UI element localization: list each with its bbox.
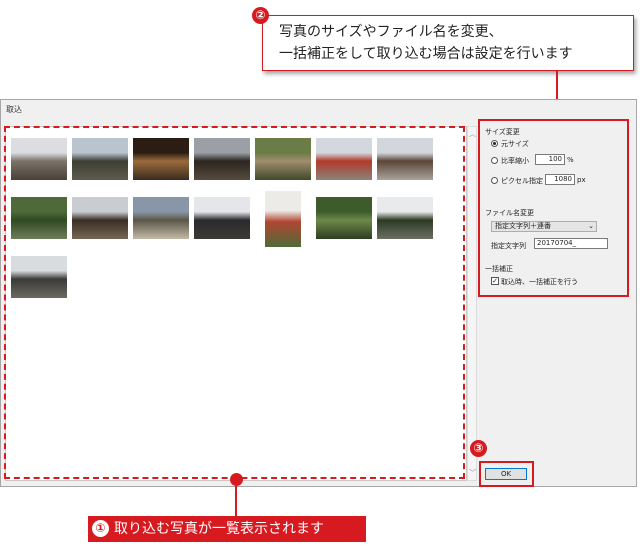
highlight-settings [478,119,629,297]
scroll-down-icon[interactable]: ﹀ [469,468,476,478]
callout-settings-line2: 一括補正をして取り込む場合は設定を行います [279,46,573,62]
gallery-scrollbar[interactable]: ︿ ﹀ [467,126,477,481]
highlight-gallery [4,126,465,479]
callout-connector-bottom [235,486,237,516]
callout-gallery: ① 取り込む写真が一覧表示されます [88,516,366,542]
window-title: 取込 [6,105,22,114]
callout-number-3: ③ [470,440,487,457]
callout-dot-bottom [230,473,243,486]
callout-number-2: ② [252,7,269,24]
callout-settings-line1: 写真のサイズやファイル名を変更、 [279,24,503,40]
callout-number-1: ① [92,520,109,537]
callout-settings: 写真のサイズやファイル名を変更、 一括補正をして取り込む場合は設定を行います [262,15,634,71]
scroll-up-icon[interactable]: ︿ [469,129,476,139]
callout-gallery-text: 取り込む写真が一覧表示されます [114,521,324,537]
highlight-ok [479,461,534,487]
